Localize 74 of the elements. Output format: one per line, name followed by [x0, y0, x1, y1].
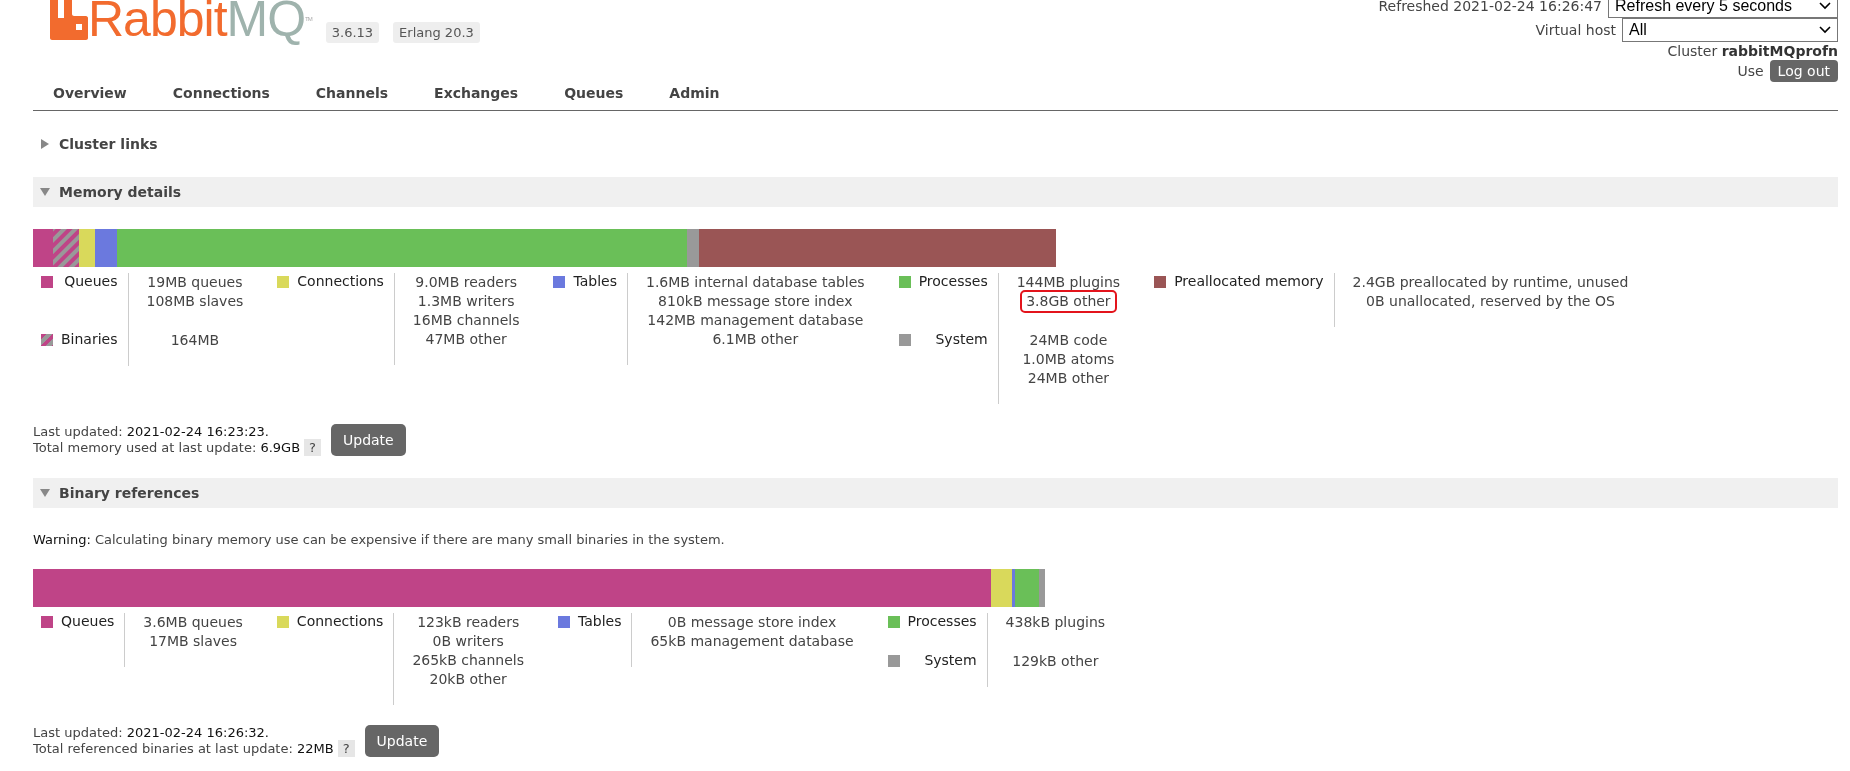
- memory-value: 0B unallocated, reserved by the OS: [1365, 292, 1616, 311]
- memory-value: 810kB message store index: [657, 292, 854, 311]
- version-badge: Erlang 20.3: [393, 22, 480, 43]
- memory-value: 24MB code: [1028, 331, 1109, 350]
- memory-value: 6.1MB other: [711, 330, 800, 349]
- help-button[interactable]: ?: [337, 740, 355, 757]
- legend-label: Connections: [297, 273, 384, 289]
- last-updated: Last updated: 2021-02-24 16:26:32.: [33, 725, 270, 740]
- memory-value: 123kB readers: [416, 613, 521, 632]
- rabbit-logo-icon: [48, 0, 88, 40]
- chevron-down-icon: [1819, 2, 1831, 10]
- memory-value: 17MB slaves: [148, 632, 239, 651]
- update-button[interactable]: Update: [364, 725, 440, 757]
- cluster-name: Cluster rabbitMQprofn: [1667, 43, 1838, 59]
- memory-value: 24MB other: [1026, 369, 1110, 388]
- memory-value: 265kB channels: [411, 651, 525, 670]
- legend-label: Queues: [61, 613, 115, 629]
- memory-value: 16MB channels: [411, 311, 521, 330]
- memory-value: 20kB other: [428, 670, 508, 689]
- section-header[interactable]: Cluster links: [33, 129, 1838, 159]
- warning-text: Warning: Calculating binary memory use can be expensive if there are many small binaries in the system.: [33, 532, 726, 547]
- logout-button[interactable]: Log out: [1769, 60, 1838, 82]
- user-label: Use: [1737, 63, 1764, 79]
- memory-value: 9.0MB readers: [414, 273, 518, 292]
- memory-value: 1.0MB atoms: [1021, 350, 1116, 369]
- nav-tab[interactable]: Queues: [564, 85, 624, 101]
- legend-label: Processes: [918, 273, 988, 289]
- version-badge: 3.6.13: [325, 22, 380, 43]
- total-memory: Total referenced binaries at last update: 22MB: [33, 741, 334, 756]
- memory-value: 47MB other: [424, 330, 508, 349]
- section-header[interactable]: Memory details: [33, 177, 1838, 207]
- nav-tab[interactable]: Exchanges: [434, 85, 519, 101]
- memory-value: 144MB plugins: [1015, 273, 1122, 292]
- help-button[interactable]: ?: [304, 439, 321, 456]
- refreshed-time: Refreshed 2021-02-24 16:26:47: [1378, 0, 1602, 14]
- update-button[interactable]: Update: [331, 424, 406, 456]
- triangle-icon: [40, 489, 50, 497]
- legend-label: Queues: [64, 273, 118, 289]
- memory-value: 0B writers: [431, 632, 505, 651]
- memory-value: 164MB: [169, 331, 221, 350]
- refresh-select[interactable]: Refresh every 5 seconds: [1608, 0, 1838, 18]
- legend-label: Tables: [573, 273, 617, 289]
- nav-tab[interactable]: Channels: [315, 85, 389, 101]
- triangle-icon: [40, 188, 50, 196]
- memory-value: 0B message store index: [666, 613, 838, 632]
- legend-label: Processes: [907, 613, 977, 629]
- memory-value: 3.8GB other: [1022, 292, 1115, 311]
- memory-value: 65kB management database: [649, 632, 855, 651]
- memory-value: 3.6MB queues: [142, 613, 244, 632]
- memory-value: 2.4GB preallocated by runtime, unused: [1351, 273, 1630, 292]
- memory-value: 1.6MB internal database tables: [644, 273, 866, 292]
- nav-tab[interactable]: Overview: [53, 85, 127, 101]
- virtual-host-label: Virtual host: [1535, 22, 1616, 38]
- legend-label: Binaries: [61, 331, 118, 347]
- legend-label: Connections: [296, 613, 384, 629]
- last-updated: Last updated: 2021-02-24 16:23:23.: [33, 424, 270, 439]
- memory-value: 1.3MB writers: [416, 292, 516, 311]
- section-header[interactable]: Binary references: [33, 478, 1838, 508]
- logo-wordmark: RabbitMQ$^{TM}$: [88, 0, 312, 44]
- nav-tab[interactable]: Admin: [669, 85, 720, 101]
- nav-tab[interactable]: Connections: [172, 85, 270, 101]
- memory-value: 129kB other: [1011, 652, 1100, 671]
- memory-value: 19MB queues: [146, 273, 244, 292]
- total-memory: Total memory used at last update: 6.9GB: [33, 440, 301, 455]
- memory-value: 438kB plugins: [1004, 613, 1107, 632]
- virtual-host-select[interactable]: All: [1622, 18, 1838, 42]
- legend-label: Tables: [577, 613, 622, 629]
- memory-value: 142MB management database: [646, 311, 865, 330]
- memory-value: 108MB slaves: [145, 292, 245, 311]
- triangle-icon: [41, 139, 49, 149]
- chevron-down-icon: [1819, 26, 1831, 34]
- legend-label: System: [935, 331, 988, 347]
- legend-label: System: [924, 652, 977, 668]
- legend-label: Preallocated memory: [1174, 273, 1324, 289]
